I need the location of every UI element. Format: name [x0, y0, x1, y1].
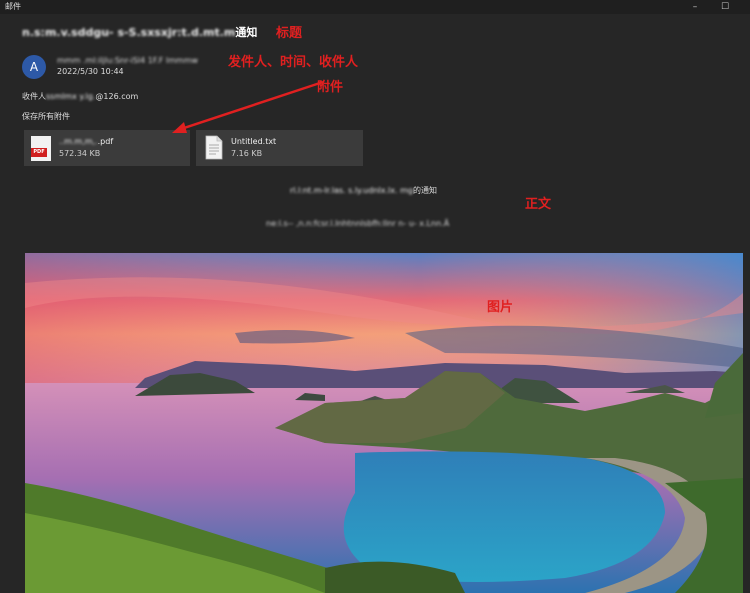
annotation-body: 正文 — [525, 197, 552, 212]
annotation-attachments: 附件 — [317, 80, 344, 95]
annotation-arrow — [172, 80, 324, 133]
annotation-title: 标题 — [276, 26, 303, 41]
annotation-sender-time-recipient: 发件人、时间、收件人 — [228, 55, 359, 70]
annotation-image: 图片 — [487, 300, 514, 315]
